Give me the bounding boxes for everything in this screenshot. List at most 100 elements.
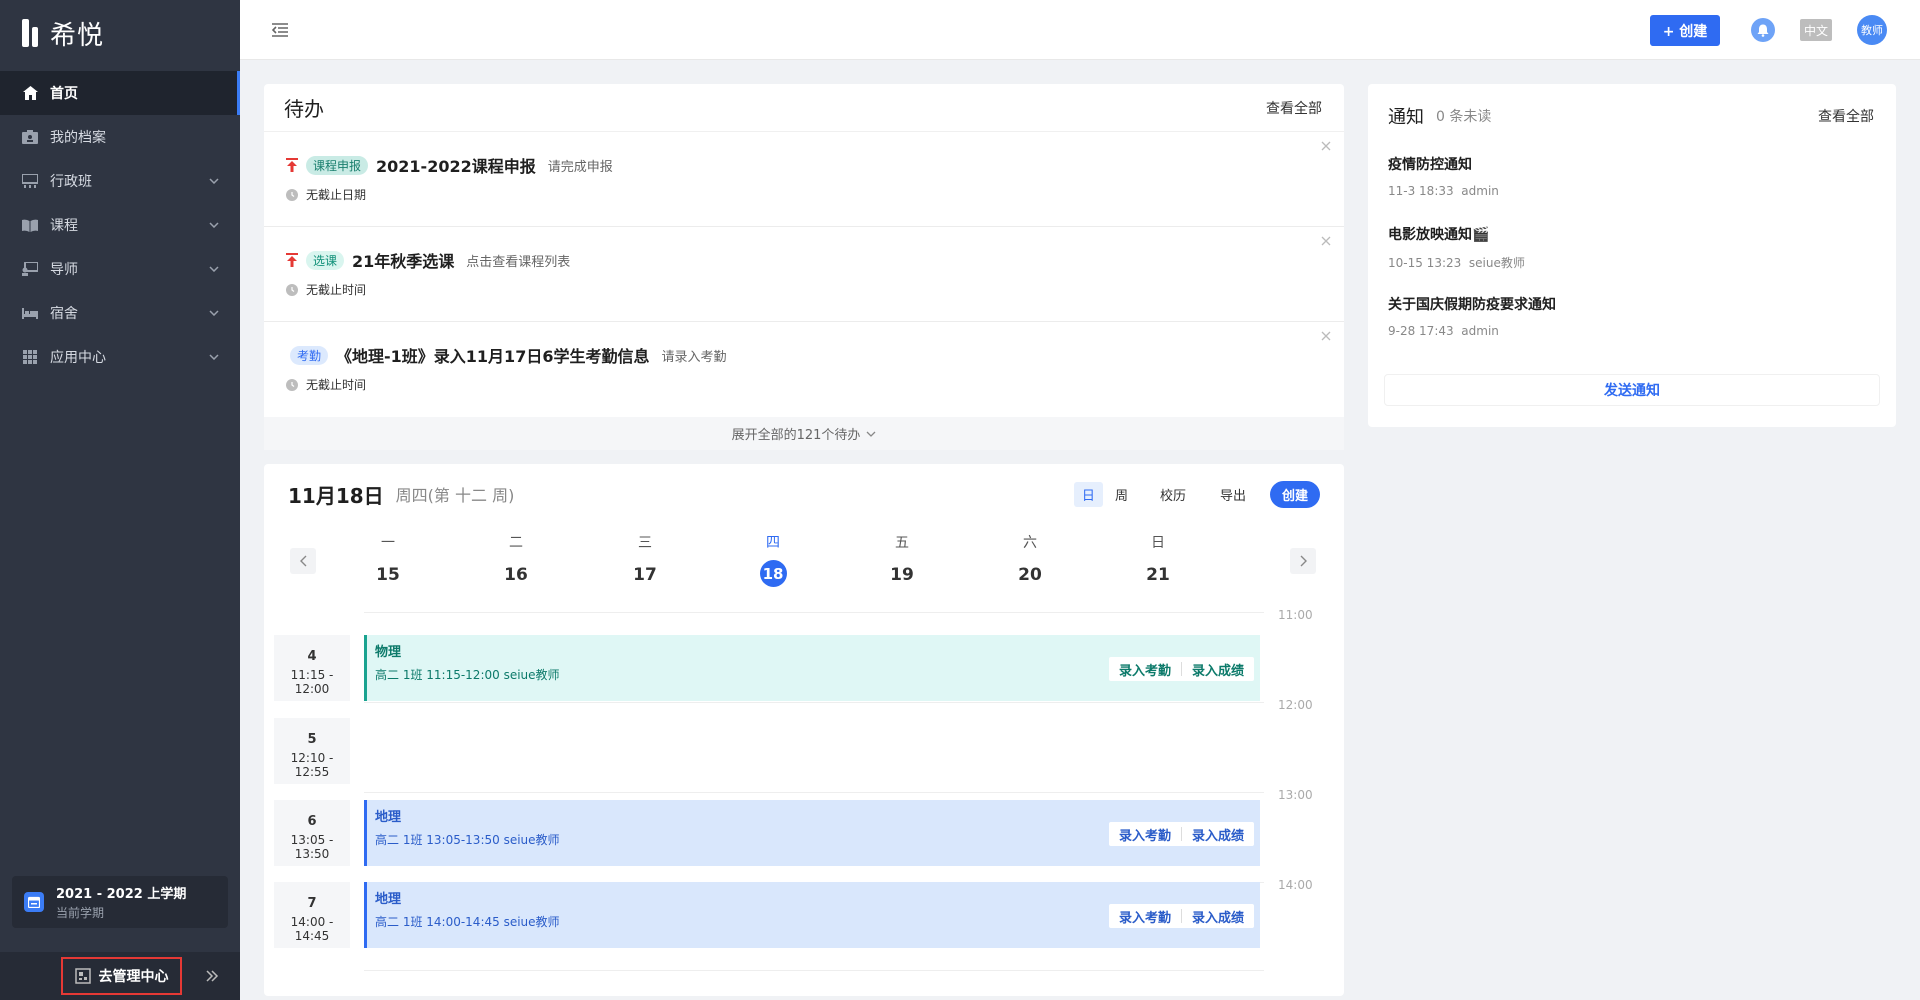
export-button[interactable]: 导出 bbox=[1210, 482, 1256, 507]
period-cell: 5 12:10 - 12:55 bbox=[274, 718, 350, 784]
sidebar-item-label: 行政班 bbox=[50, 174, 92, 190]
notice-time: 9-28 17:43 bbox=[1388, 324, 1454, 338]
record-score-button[interactable]: 录入成绩 bbox=[1182, 660, 1254, 679]
send-notice-button[interactable]: 发送通知 bbox=[1384, 374, 1880, 406]
notice-item-meta: 11-3 18:33 admin bbox=[1388, 184, 1876, 198]
sidebar-item-apps[interactable]: 应用中心 bbox=[0, 335, 240, 379]
todo-item[interactable]: 考勤 《地理-1班》录入11月17日6学生考勤信息 请录入考勤 无截止时间 bbox=[264, 322, 1344, 417]
school-calendar-button[interactable]: 校历 bbox=[1150, 482, 1196, 507]
logo[interactable]: 希悦 bbox=[0, 0, 240, 66]
notification-bell-icon[interactable] bbox=[1751, 18, 1775, 42]
day-number-today: 18 bbox=[759, 560, 787, 587]
notice-author: admin bbox=[1461, 324, 1499, 338]
event-actions: 录入考勤 录入成绩 bbox=[1108, 657, 1254, 681]
sidebar-item-label: 导师 bbox=[50, 262, 78, 278]
next-week-button[interactable] bbox=[1290, 548, 1316, 574]
day-thu-today[interactable]: 四 18 bbox=[743, 532, 803, 587]
sidebar-item-profile[interactable]: 我的档案 bbox=[0, 115, 240, 159]
time-label: 11:00 bbox=[1278, 608, 1313, 622]
period-number: 6 bbox=[307, 814, 317, 829]
expand-all-todos-button[interactable]: 展开全部的121个待办 bbox=[264, 417, 1344, 450]
close-icon[interactable] bbox=[1320, 235, 1332, 247]
todo-item[interactable]: 选课 21年秋季选课 点击查看课程列表 无截止时间 bbox=[264, 227, 1344, 322]
pin-top-icon bbox=[286, 253, 300, 267]
schedule-date: 11月18日 bbox=[288, 483, 384, 508]
schedule-create-button[interactable]: 创建 bbox=[1269, 480, 1320, 508]
notice-item-title: 疫情防控通知 bbox=[1388, 157, 1472, 173]
day-sun[interactable]: 日 21 bbox=[1128, 532, 1188, 588]
close-icon[interactable] bbox=[1320, 140, 1332, 152]
period-cell: 4 11:15 - 12:00 bbox=[274, 635, 350, 701]
todo-item-hint: 请录入考勤 bbox=[661, 349, 727, 365]
current-term[interactable]: 2021 - 2022 上学期 当前学期 bbox=[12, 876, 228, 928]
period-number: 4 bbox=[307, 649, 317, 664]
go-admin-center-label: 去管理中心 bbox=[98, 969, 169, 985]
event-actions: 录入考勤 录入成绩 bbox=[1108, 822, 1254, 846]
day-mon[interactable]: 一 15 bbox=[358, 532, 418, 588]
record-attendance-button[interactable]: 录入考勤 bbox=[1109, 660, 1181, 679]
admin-bar: 去管理中心 bbox=[0, 952, 240, 1000]
notice-view-all-link[interactable]: 查看全部 bbox=[1818, 106, 1874, 126]
schedule-event[interactable]: 地理 高二 1班 13:05-13:50 seiue教师 录入考勤 录入成绩 bbox=[364, 800, 1260, 866]
day-sat[interactable]: 六 20 bbox=[1000, 532, 1060, 588]
record-score-button[interactable]: 录入成绩 bbox=[1182, 907, 1254, 926]
day-wed[interactable]: 三 17 bbox=[615, 532, 675, 588]
menu-fold-icon[interactable] bbox=[270, 20, 290, 40]
logo-text: 希悦 bbox=[50, 20, 105, 51]
record-score-button[interactable]: 录入成绩 bbox=[1182, 825, 1254, 844]
record-attendance-button[interactable]: 录入考勤 bbox=[1109, 907, 1181, 926]
sidebar-item-course[interactable]: 课程 bbox=[0, 203, 240, 247]
notice-item[interactable]: 关于国庆假期防疫要求通知 9-28 17:43 admin bbox=[1368, 288, 1896, 358]
day-name: 六 bbox=[1023, 535, 1037, 551]
header-create-button[interactable]: + 创建 bbox=[1650, 15, 1720, 46]
sidebar-item-mentor[interactable]: 导师 bbox=[0, 247, 240, 291]
day-number: 19 bbox=[890, 565, 914, 585]
bed-icon bbox=[22, 305, 38, 321]
notice-item[interactable]: 疫情防控通知 11-3 18:33 admin bbox=[1368, 148, 1896, 218]
todo-item[interactable]: 课程申报 2021-2022课程申报 请完成申报 无截止日期 bbox=[264, 132, 1344, 227]
sidebar-item-label: 宿舍 bbox=[50, 306, 78, 322]
day-tue[interactable]: 二 16 bbox=[486, 532, 546, 588]
notice-header: 通知 0 条未读 查看全部 bbox=[1368, 84, 1896, 148]
notice-item[interactable]: 电影放映通知🎬 10-15 13:23 seiue教师 bbox=[1368, 218, 1896, 288]
sidebar-item-dorm[interactable]: 宿舍 bbox=[0, 291, 240, 335]
view-week-button[interactable]: 周 bbox=[1107, 482, 1136, 507]
user-avatar[interactable]: 教师 bbox=[1857, 15, 1887, 45]
notice-item-meta: 9-28 17:43 admin bbox=[1388, 324, 1876, 338]
todo-header: 待办 查看全部 bbox=[264, 84, 1344, 132]
day-fri[interactable]: 五 19 bbox=[872, 532, 932, 588]
term-text: 2021 - 2022 上学期 当前学期 bbox=[56, 883, 186, 921]
sidebar-item-admin-class[interactable]: 行政班 bbox=[0, 159, 240, 203]
record-attendance-button[interactable]: 录入考勤 bbox=[1109, 825, 1181, 844]
prev-week-button[interactable] bbox=[290, 548, 316, 574]
todo-view-all-link[interactable]: 查看全部 bbox=[1266, 98, 1322, 118]
day-number: 16 bbox=[504, 565, 528, 585]
chevron-down-icon bbox=[866, 431, 876, 437]
close-icon[interactable] bbox=[1320, 330, 1332, 342]
todo-tag: 考勤 bbox=[290, 345, 329, 365]
clock-icon bbox=[286, 188, 298, 201]
chevron-down-icon bbox=[208, 263, 220, 275]
view-day-button[interactable]: 日 bbox=[1073, 481, 1103, 507]
period-cell: 7 14:00 - 14:45 bbox=[274, 882, 350, 948]
notice-author: seiue教师 bbox=[1468, 256, 1525, 270]
notice-item-title: 关于国庆假期防疫要求通知 bbox=[1388, 297, 1556, 313]
schedule-event[interactable]: 物理 高二 1班 11:15-12:00 seiue教师 录入考勤 录入成绩 bbox=[364, 635, 1260, 701]
period-time: 11:15 - 12:00 bbox=[290, 668, 334, 696]
double-chevron-right-icon[interactable] bbox=[204, 968, 220, 984]
schedule-event[interactable]: 地理 高二 1班 14:00-14:45 seiue教师 录入考勤 录入成绩 bbox=[364, 882, 1260, 948]
day-number: 17 bbox=[633, 565, 657, 585]
sidebar-nav: 首页 我的档案 行政班 课程 导师 宿舍 应用中心 bbox=[0, 71, 240, 379]
language-switch[interactable]: 中文 bbox=[1800, 19, 1832, 41]
notice-time: 10-15 13:23 bbox=[1388, 256, 1462, 270]
chevron-down-icon bbox=[208, 175, 220, 187]
term-title: 2021 - 2022 上学期 bbox=[56, 887, 187, 902]
class-icon bbox=[22, 173, 38, 189]
week-strip: 一 15 二 16 三 17 四 18 五 19 六 20 日 21 bbox=[264, 524, 1344, 590]
notice-author: admin bbox=[1461, 184, 1499, 198]
expand-all-label: 展开全部的121个待办 bbox=[731, 428, 861, 443]
go-admin-center-button[interactable]: 去管理中心 bbox=[61, 957, 182, 995]
grid-line bbox=[364, 612, 1264, 613]
sidebar-item-home[interactable]: 首页 bbox=[0, 71, 240, 115]
sidebar-item-label: 应用中心 bbox=[50, 350, 106, 366]
